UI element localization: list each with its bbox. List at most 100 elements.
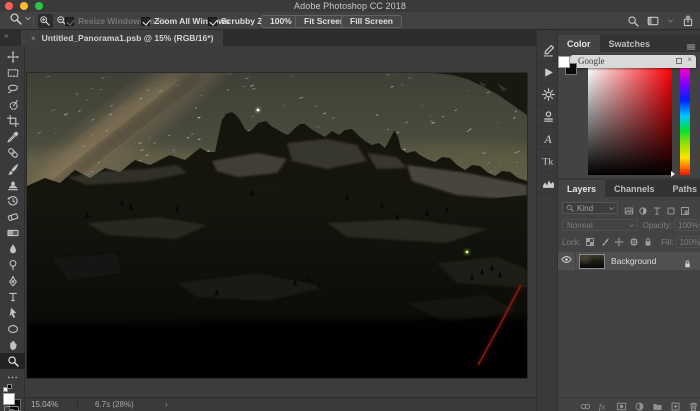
tool-quick-select-icon[interactable] — [0, 97, 25, 113]
google-window-title: Google — [578, 56, 605, 66]
zoom-tool-icon[interactable] — [9, 12, 22, 25]
default-swap-colors-icon[interactable] — [3, 384, 21, 393]
filter-type-layer-icon[interactable] — [652, 203, 662, 213]
titlebar: Adobe Photoshop CC 2018 — [0, 0, 700, 12]
tool-dodge-icon[interactable] — [0, 257, 25, 273]
document-canvas[interactable] — [27, 73, 527, 378]
panel-icon-histogram-icon[interactable] — [537, 172, 559, 194]
panel-menu-icon[interactable] — [686, 39, 696, 49]
quick-mask-icon[interactable] — [4, 406, 19, 411]
tool-healing-icon[interactable] — [0, 145, 25, 161]
panel-icon-libraries-icon[interactable] — [537, 106, 559, 128]
tool-move-icon[interactable] — [0, 49, 25, 65]
toolbar-overflow-icon[interactable]: » — [4, 31, 8, 40]
lock-icon — [683, 256, 692, 266]
layer-thumbnail[interactable] — [580, 255, 604, 268]
filter-kind-dropdown[interactable]: Kind — [562, 202, 618, 214]
layer-mask-icon[interactable] — [616, 399, 627, 410]
saturation-brightness-field[interactable] — [588, 68, 672, 175]
panel-icon-dock: ATk — [536, 30, 558, 411]
panorama-image — [27, 73, 527, 378]
fill-value: 100% — [680, 238, 700, 247]
link-layers-icon[interactable] — [580, 399, 591, 410]
tool-brush-icon[interactable] — [0, 161, 25, 177]
fill-screen-button[interactable]: Fill Screen — [341, 15, 402, 28]
tool-blur-icon[interactable] — [0, 241, 25, 257]
tool-zoom-icon[interactable] — [0, 353, 25, 369]
color-panel-tabs: Color Swatches — [558, 35, 700, 52]
color-panel: Google × — [558, 52, 700, 178]
filter-shape-layer-icon[interactable] — [666, 203, 676, 213]
adjustment-icon[interactable] — [634, 399, 645, 410]
filter-adjustment-layer-icon[interactable] — [638, 203, 648, 213]
maximize-icon[interactable] — [676, 58, 682, 64]
checkbox-icon — [208, 17, 217, 26]
lock-artboard-icon[interactable] — [629, 237, 639, 247]
status-popup-icon[interactable]: › — [165, 400, 168, 409]
tool-path-select-icon[interactable] — [0, 305, 25, 321]
google-floating-window[interactable]: Google × — [570, 55, 696, 68]
zoom-level-field[interactable]: 15.04% — [31, 400, 58, 409]
search-icon[interactable] — [627, 15, 639, 27]
panel-icon-typekit-icon[interactable]: Tk — [537, 150, 559, 172]
tool-preset-chevron-icon[interactable] — [24, 12, 32, 25]
tool-eyedropper-icon[interactable] — [0, 129, 25, 145]
panel-icon-character-icon[interactable]: A — [537, 128, 559, 150]
tab-color[interactable]: Color — [558, 35, 600, 52]
layer-visibility-toggle[interactable] — [558, 252, 576, 270]
panel-icon-adjustments-icon[interactable] — [537, 84, 559, 106]
tool-shape-icon[interactable] — [0, 321, 25, 337]
layers-panel: Kind Normal Opacity: 100% Lock: — [558, 197, 700, 411]
close-icon[interactable]: × — [687, 55, 692, 64]
tab-layers[interactable]: Layers — [558, 180, 605, 197]
fill-dropdown[interactable]: 100% — [676, 236, 700, 248]
edit-toolbar-icon[interactable] — [0, 371, 25, 383]
delete-icon[interactable] — [688, 399, 699, 410]
workspace-switcher-icon[interactable] — [647, 15, 659, 27]
new-layer-icon[interactable] — [670, 399, 681, 410]
hue-slider[interactable] — [680, 68, 690, 175]
filter-smart-object-icon[interactable] — [680, 203, 690, 213]
tool-clone-stamp-icon[interactable] — [0, 177, 25, 193]
foreground-color-swatch[interactable] — [558, 56, 570, 68]
blend-mode-dropdown[interactable]: Normal — [562, 219, 638, 231]
eye-icon — [561, 252, 572, 270]
tab-channels[interactable]: Channels — [605, 180, 664, 197]
panel-icon-actions-icon[interactable] — [537, 62, 559, 84]
hue-slider-marker[interactable] — [671, 171, 675, 177]
lock-transparent-icon[interactable] — [585, 237, 595, 247]
tab-swatches[interactable]: Swatches — [600, 35, 660, 52]
tool-hand-icon[interactable] — [0, 337, 25, 353]
tool-gradient-icon[interactable] — [0, 225, 25, 241]
layer-style-icon[interactable]: fx — [598, 399, 609, 410]
tool-marquee-icon[interactable] — [0, 65, 25, 81]
panel-icon-brush-settings-icon[interactable] — [537, 40, 559, 62]
layer-row-background[interactable]: Background — [558, 252, 700, 270]
tool-crop-icon[interactable] — [0, 113, 25, 129]
panel-dock: Color Swatches Google × Layers Channels … — [558, 30, 700, 411]
filter-pixel-layer-icon[interactable] — [624, 203, 634, 213]
tab-paths[interactable]: Paths — [664, 180, 700, 197]
lock-pixels-icon[interactable] — [600, 237, 610, 247]
workspace-chevron-icon[interactable] — [667, 15, 674, 27]
share-icon[interactable] — [682, 15, 694, 27]
document-tab[interactable]: × Untitled_Panorama1.psb @ 15% (RGB/16*) — [21, 30, 223, 46]
tool-lasso-icon[interactable] — [0, 81, 25, 97]
tool-eraser-icon[interactable] — [0, 209, 25, 225]
zoom-in-mode-button[interactable] — [38, 14, 53, 28]
tool-type-icon[interactable] — [0, 289, 25, 305]
tool-pen-icon[interactable] — [0, 273, 25, 289]
group-icon[interactable] — [652, 399, 663, 410]
foreground-color-swatch[interactable] — [3, 393, 15, 405]
separator — [33, 15, 34, 27]
blend-mode-value: Normal — [567, 221, 593, 230]
opacity-label: Opacity: — [643, 221, 672, 230]
separator — [77, 400, 78, 409]
close-tab-icon[interactable]: × — [31, 34, 36, 43]
lock-all-icon[interactable] — [643, 237, 653, 247]
photoshop-window: Adobe Photoshop CC 2018 Resize Windows t… — [0, 0, 700, 411]
window-title: Adobe Photoshop CC 2018 — [0, 1, 700, 11]
lock-position-icon[interactable] — [614, 237, 624, 247]
opacity-dropdown[interactable]: 100% — [674, 219, 700, 231]
tool-history-brush-icon[interactable] — [0, 193, 25, 209]
